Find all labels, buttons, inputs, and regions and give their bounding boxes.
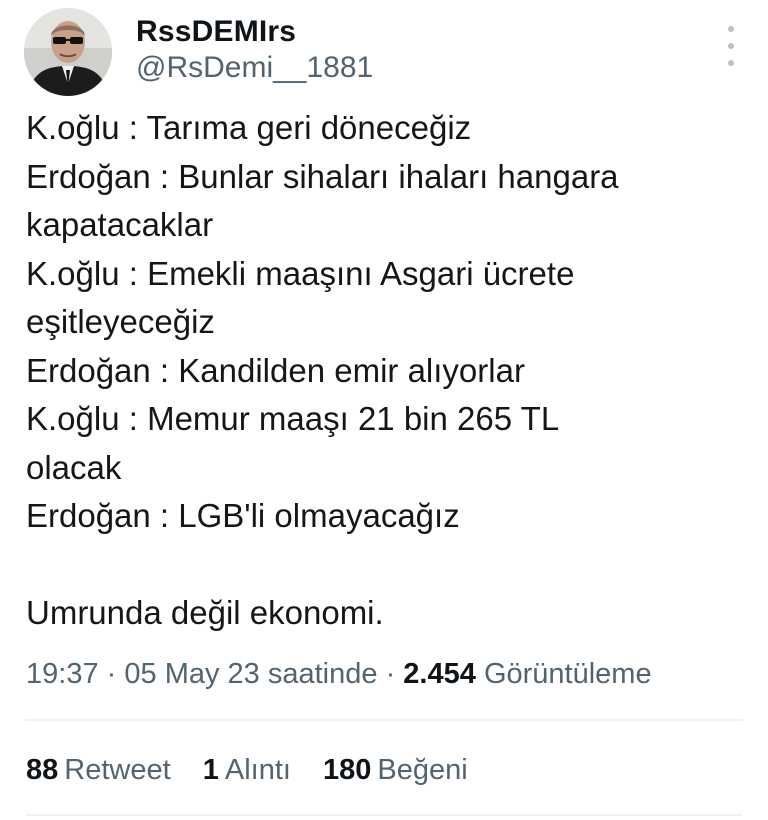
views-count: 2.454 (403, 658, 476, 690)
likes-stat[interactable]: 180 Beğeni (323, 754, 468, 786)
views-label: Görüntüleme (483, 658, 652, 690)
tweet-line: K.oğlu : Emekli maaşını Asgari ücrete (26, 254, 575, 292)
avatar[interactable] (24, 8, 112, 96)
tweet-text: K.oğlu : Tarıma geri döneceğiz Erdoğan :… (26, 104, 746, 638)
avatar-image (24, 8, 112, 96)
more-vertical-icon-dot (728, 60, 734, 66)
tweet-line: Erdoğan : LGB'li olmayacağız (26, 497, 460, 534)
tweet-line: eşitleyeceğiz (26, 303, 215, 340)
more-vertical-icon (728, 26, 734, 32)
meta-separator: · (385, 658, 396, 690)
divider (26, 814, 742, 816)
divider (26, 719, 742, 721)
quotes-stat[interactable]: 1 Alıntı (203, 754, 291, 786)
tweet-date[interactable]: 05 May 23 saatinde (124, 658, 377, 690)
retweets-stat[interactable]: 88 Retweet (26, 754, 171, 786)
retweets-count: 88 (26, 754, 59, 786)
quotes-count: 1 (202, 754, 219, 786)
more-options-button[interactable] (724, 26, 738, 66)
quotes-label: Alıntı (224, 754, 291, 786)
tweet-line: K.oğlu : Memur maaşı 21 bin 265 TL (26, 400, 560, 437)
meta-separator: · (106, 658, 117, 690)
tweet-time[interactable]: 19:37 (26, 658, 99, 690)
likes-label: Beğeni (377, 754, 468, 786)
tweet-line: Erdoğan : Kandilden emir alıyorlar (26, 351, 525, 389)
tweet-line: K.oğlu : Tarıma geri döneceğiz (26, 109, 472, 146)
tweet-closing-line: Umrunda değil ekonomi. (26, 594, 384, 631)
tweet-line: kapatacaklar (26, 206, 214, 243)
tweet-metadata: 19:37 · 05 May 23 saatinde · 2.454 Görün… (26, 654, 652, 694)
display-name[interactable]: RssDEMIrs (136, 14, 296, 50)
likes-count: 180 (323, 754, 372, 786)
user-handle[interactable]: @RsDemi__1881 (136, 50, 373, 86)
retweets-label: Retweet (64, 754, 171, 786)
engagement-stats: 88 Retweet 1 Alıntı 180 Beğeni (26, 750, 492, 790)
more-vertical-icon-dot (728, 43, 734, 49)
tweet-line: olacak (26, 448, 122, 486)
tweet-line: Erdoğan : Bunlar sihaları ihaları hangar… (26, 157, 619, 195)
